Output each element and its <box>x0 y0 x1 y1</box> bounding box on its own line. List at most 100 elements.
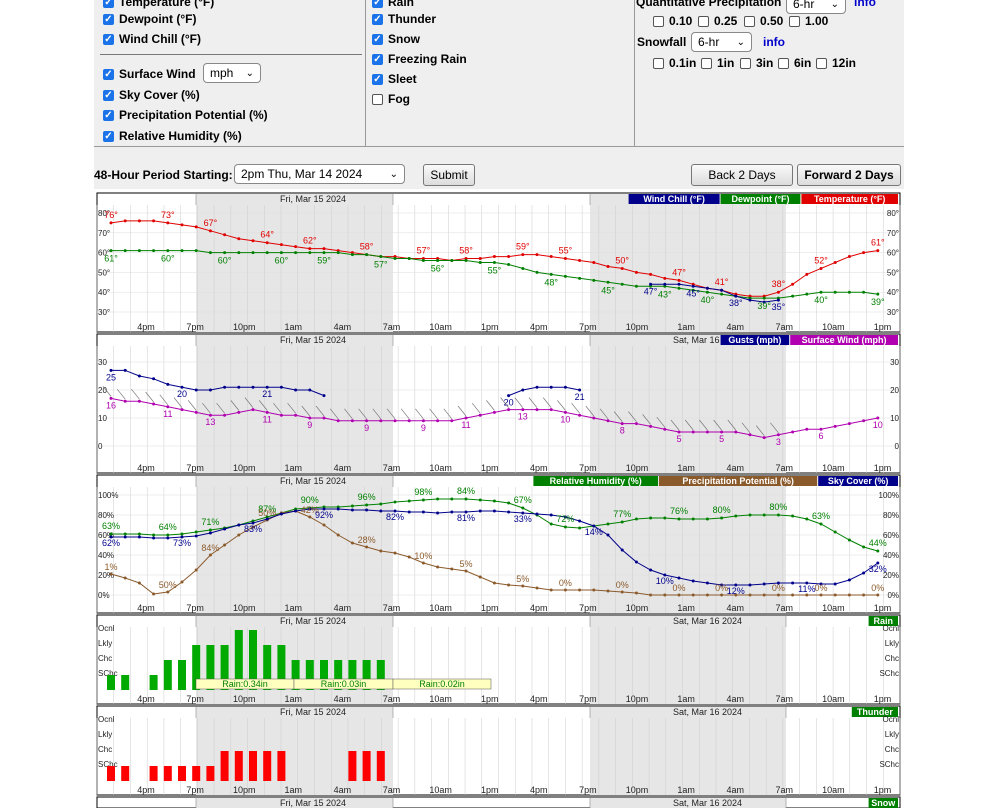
gusts-point <box>166 382 170 386</box>
precip-potential-point <box>862 593 866 597</box>
dewpoint-point <box>109 249 113 253</box>
dewpoint-point <box>862 290 866 294</box>
date-label: Fri, Mar 15 2024 <box>280 194 346 204</box>
date-label: Fri, Mar 15 2024 <box>280 476 346 486</box>
dewpoint-point <box>847 290 851 294</box>
temperature-point <box>876 249 880 253</box>
precip-potential-point <box>137 581 141 585</box>
x-tick-label: 7am <box>776 694 794 704</box>
sky-cover-point <box>677 576 681 580</box>
x-tick-label: 1am <box>677 785 695 795</box>
sky-cover-point <box>691 579 695 583</box>
relative-humidity-point <box>649 516 653 520</box>
x-tick-label: 1am <box>677 322 695 332</box>
forecast-charts: Fri, Mar 15 2024 4pm 7pm 10pm 1am 4am 7am 10am 1… <box>96 192 901 808</box>
surface-wind-point <box>578 413 582 417</box>
wind-chill-point <box>663 282 667 286</box>
dewpoint-data-label: 45° <box>601 285 615 295</box>
category-label-right: Ocnl <box>883 624 900 633</box>
temperature-point <box>535 253 539 257</box>
surface-wind-point <box>705 430 709 434</box>
legend-label: Precipitation Potential (%) <box>682 476 794 486</box>
dewpoint-data-label: 39° <box>871 297 885 307</box>
temperature-point <box>634 270 638 274</box>
relative-humidity-point <box>194 530 198 534</box>
night-band <box>196 335 393 473</box>
surface-wind-point <box>336 419 340 423</box>
temperature-point <box>819 266 823 270</box>
surface-wind-point <box>223 413 227 417</box>
dewpoint-point <box>237 251 241 255</box>
sky-cover-point <box>365 508 369 512</box>
surface-wind-point <box>649 424 653 428</box>
legend-label: Temperature (°F) <box>814 194 885 204</box>
x-tick-label: 1pm <box>481 603 499 613</box>
x-tick-label: 1am <box>285 322 303 332</box>
night-band <box>590 616 786 704</box>
dewpoint-point <box>265 251 269 255</box>
y-tick-label-right: 0 <box>895 442 900 451</box>
dewpoint-point <box>563 274 567 278</box>
x-tick-label: 10am <box>429 603 452 613</box>
wind-data-label: 11 <box>163 409 172 419</box>
sky-data-label: 12% <box>727 586 745 596</box>
gusts-point <box>123 368 127 372</box>
surface-wind-point <box>137 399 141 403</box>
dewpoint-point <box>208 251 212 255</box>
x-tick-label: 4pm <box>137 785 155 795</box>
dewpoint-data-label: 57° <box>374 260 388 270</box>
y-tick-label-right: 60° <box>887 249 899 258</box>
temperature-point <box>294 245 298 249</box>
x-tick-label: 7am <box>383 463 401 473</box>
temperature-point <box>279 243 283 247</box>
category-label-left: Lkly <box>98 639 112 648</box>
dewpoint-point <box>322 251 326 255</box>
pop-data-label: 0% <box>871 583 884 593</box>
temperature-point <box>549 255 553 259</box>
bar <box>376 751 385 781</box>
temperature-point <box>194 225 198 229</box>
relative-humidity-point <box>805 517 809 521</box>
dewpoint-point <box>507 262 511 266</box>
temperature-point <box>109 221 113 225</box>
precip-potential-point <box>450 567 454 571</box>
sky-cover-point <box>436 511 440 515</box>
bar <box>178 766 186 781</box>
sky-data-label: 83% <box>244 524 262 534</box>
precip-potential-point <box>180 580 184 584</box>
bar <box>121 675 130 690</box>
temperature-point <box>862 251 866 255</box>
relative-humidity-point <box>634 517 638 521</box>
sky-cover-point <box>421 510 425 514</box>
bar <box>277 751 286 781</box>
temperature-point <box>223 233 227 237</box>
x-tick-label: 7pm <box>579 322 597 332</box>
wind-data-label: 5 <box>676 434 681 444</box>
x-tick-label: 1am <box>285 785 303 795</box>
surface-wind-point <box>748 433 752 437</box>
x-tick-label: 1am <box>285 463 303 473</box>
x-tick-label: 4pm <box>530 603 548 613</box>
y-tick-label-left: 40° <box>98 288 110 297</box>
temperature-point <box>180 223 184 227</box>
x-tick-label: 10pm <box>626 603 649 613</box>
relative-humidity-point <box>549 522 553 526</box>
dewpoint-point <box>819 290 823 294</box>
temperature-point <box>507 255 511 259</box>
x-tick-label: 10am <box>822 785 845 795</box>
date-label: Fri, Mar 15 2024 <box>280 335 346 345</box>
temperature-point <box>833 261 837 264</box>
relative-humidity-point <box>677 517 681 521</box>
temperature-point <box>322 247 326 251</box>
wind-data-label: 8 <box>620 426 625 436</box>
temperature-data-label: 57° <box>417 246 431 256</box>
temperature-point <box>677 278 681 282</box>
relative-humidity-point <box>620 520 624 524</box>
x-tick-label: 4pm <box>530 785 548 795</box>
surface-wind-point <box>152 402 156 406</box>
bar <box>149 675 158 690</box>
x-tick-label: 7pm <box>186 694 204 704</box>
sky-cover-point <box>152 536 156 540</box>
wind-chill-point <box>748 298 752 302</box>
rh-data-label: 63% <box>812 511 830 521</box>
